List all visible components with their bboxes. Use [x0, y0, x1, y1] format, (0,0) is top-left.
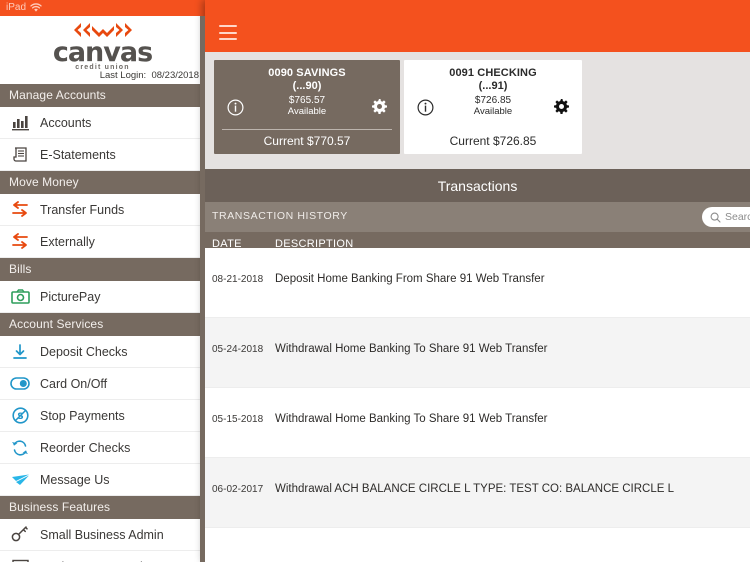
- sidebar-item-label: Message Us: [40, 472, 110, 487]
- sidebar-section-manage-accounts: Manage Accounts: [0, 84, 205, 107]
- sidebar-item-deposit-checks[interactable]: Deposit Checks: [0, 336, 205, 368]
- table-row[interactable]: [205, 528, 750, 562]
- transaction-date: 08-21-2018: [212, 274, 264, 285]
- account-name: 0090 SAVINGS: [268, 67, 346, 79]
- last-login: Last Login: 08/23/2018: [100, 70, 199, 81]
- download-arrow-icon: [10, 342, 30, 362]
- sidebar-item-label: PicturePay: [40, 289, 101, 304]
- transaction-date: 05-15-2018: [212, 414, 264, 425]
- search-input[interactable]: Search: [702, 207, 750, 227]
- transaction-list[interactable]: 08-21-2018 Deposit Home Banking From Sha…: [205, 248, 750, 562]
- sidebar-item-small-business-admin[interactable]: Small Business Admin: [0, 519, 205, 551]
- hamburger-menu-icon[interactable]: [219, 25, 237, 40]
- app-window: iPad 8:16 PM 80%: [0, 0, 750, 562]
- no-dollar-circle-icon: S: [10, 406, 30, 426]
- sidebar-item-reorder-checks[interactable]: Reorder Checks: [0, 432, 205, 464]
- checklist-icon: [10, 557, 30, 562]
- page-title: Transactions: [437, 177, 518, 194]
- current-balance: Current $726.85: [449, 134, 537, 148]
- logo: canvas credit union: [0, 19, 205, 71]
- sidebar-item-label: Externally: [40, 234, 95, 249]
- search-icon: [710, 212, 721, 223]
- sidebar-item-accounts[interactable]: Accounts: [0, 107, 205, 139]
- current-balance: Current $770.57: [222, 129, 392, 148]
- last-login-value: 08/23/2018: [151, 70, 199, 81]
- available-label: Available: [287, 106, 327, 117]
- sidebar-section-business-features: Business Features: [0, 496, 205, 519]
- account-mask: (...90): [292, 80, 322, 92]
- camera-icon: [10, 287, 30, 307]
- key-icon: [10, 525, 30, 545]
- transaction-description: Withdrawal Home Banking To Share 91 Web …: [275, 413, 548, 425]
- sidebar-item-label: Transfer Funds: [40, 202, 125, 217]
- available-amount: $726.85: [474, 95, 512, 106]
- sidebar-item-label: Stop Payments: [40, 408, 125, 423]
- sidebar-item-e-statements[interactable]: E-Statements: [0, 139, 205, 171]
- table-row[interactable]: 05-24-2018 Withdrawal Home Banking To Sh…: [205, 318, 750, 388]
- sidebar-item-picturepay[interactable]: PicturePay: [0, 281, 205, 313]
- sidebar-item-label: Reorder Checks: [40, 440, 131, 455]
- sidebar-item-card-on-off[interactable]: Card On/Off: [0, 368, 205, 400]
- account-card-savings[interactable]: 0090 SAVINGS (...90) $765.57 Available C…: [214, 60, 400, 154]
- sidebar-section-bills: Bills: [0, 258, 205, 281]
- transfer-arrows-icon: [10, 200, 30, 220]
- sidebar-item-message-us[interactable]: Message Us: [0, 464, 205, 496]
- available-label: Available: [473, 106, 513, 117]
- table-row[interactable]: 06-02-2017 Withdrawal ACH BALANCE CIRCLE…: [205, 458, 750, 528]
- transaction-history-label: TRANSACTION HISTORY: [212, 210, 348, 222]
- bar-chart-icon: [10, 113, 30, 133]
- transfer-arrows-icon: [10, 232, 30, 252]
- logo-wordmark: canvas: [52, 37, 153, 68]
- transactions-title-bar: Transactions: [205, 169, 750, 202]
- sidebar-item-externally[interactable]: Externally: [0, 226, 205, 258]
- account-name: 0091 CHECKING: [449, 67, 537, 79]
- sidebar-item-stop-payments[interactable]: S Stop Payments: [0, 400, 205, 432]
- sidebar-item-transfer-funds[interactable]: Transfer Funds: [0, 194, 205, 226]
- paper-plane-icon: [10, 470, 30, 490]
- app-navbar: [205, 16, 750, 52]
- refresh-cycle-icon: [10, 438, 30, 458]
- transaction-description: Withdrawal Home Banking To Share 91 Web …: [275, 343, 548, 355]
- search-placeholder: Search: [725, 211, 750, 223]
- account-cards-container: 0090 SAVINGS (...90) $765.57 Available C…: [205, 52, 750, 169]
- navigation-drawer[interactable]: canvas credit union Last Login: 08/23/20…: [0, 16, 205, 562]
- sidebar-item-business-approvals[interactable]: Business Approvals: [0, 551, 205, 562]
- sidebar-item-label: E-Statements: [40, 147, 116, 162]
- sidebar-item-label: Card On/Off: [40, 376, 108, 391]
- transaction-description: Deposit Home Banking From Share 91 Web T…: [275, 273, 545, 285]
- transaction-date: 06-02-2017: [212, 484, 264, 495]
- sidebar-section-account-services: Account Services: [0, 313, 205, 336]
- sidebar-section-move-money: Move Money: [0, 171, 205, 194]
- document-scroll-icon: [10, 145, 30, 165]
- transaction-date: 05-24-2018: [212, 344, 264, 355]
- account-card-checking[interactable]: 0091 CHECKING (...91) $726.85 Available …: [404, 60, 582, 154]
- panel-edge-sliver: [200, 16, 205, 562]
- transaction-description: Withdrawal ACH BALANCE CIRCLE L TYPE: TE…: [275, 483, 675, 495]
- table-row[interactable]: 05-15-2018 Withdrawal Home Banking To Sh…: [205, 388, 750, 458]
- table-row[interactable]: 08-21-2018 Deposit Home Banking From Sha…: [205, 248, 750, 318]
- available-amount: $765.57: [288, 95, 326, 106]
- main-content-panel: 0090 SAVINGS (...90) $765.57 Available C…: [205, 0, 750, 562]
- toggle-switch-icon: [10, 374, 30, 394]
- transaction-history-bar: TRANSACTION HISTORY Search: [205, 202, 750, 232]
- panel-status-spacer: [205, 0, 750, 16]
- sidebar-item-label: Small Business Admin: [40, 527, 164, 542]
- account-mask: (...91): [478, 80, 508, 92]
- brand-header: canvas credit union Last Login: 08/23/20…: [0, 16, 205, 84]
- sidebar-item-label: Accounts: [40, 115, 92, 130]
- last-login-label: Last Login:: [99, 70, 147, 81]
- sidebar-item-label: Deposit Checks: [40, 344, 128, 359]
